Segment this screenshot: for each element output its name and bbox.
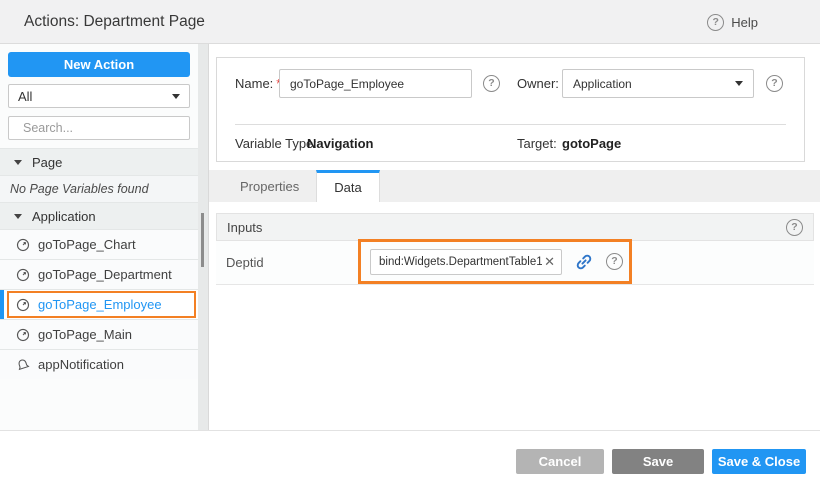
- action-detail-panel: Name:* ? Owner:* Application ? Variable …: [208, 44, 820, 430]
- caret-down-icon: [14, 214, 22, 219]
- tree-item-appnotification[interactable]: appNotification: [0, 349, 198, 379]
- tab-data[interactable]: Data: [316, 170, 379, 202]
- input-row-deptid: Deptid bind:Widgets.DepartmentTable1.sel…: [216, 241, 814, 285]
- owner-help-icon[interactable]: ?: [766, 75, 783, 92]
- target-label: Target:: [517, 136, 557, 151]
- tree-group-label: Page: [32, 155, 62, 170]
- tree-group-application[interactable]: Application: [0, 202, 198, 229]
- name-owner-row: Name:* ? Owner:* Application ?: [217, 69, 804, 98]
- selected-indicator-bar: [0, 290, 4, 319]
- owner-select-value: Application: [573, 77, 632, 91]
- type-target-row: Variable Type: Navigation Target: gotoPa…: [217, 136, 804, 154]
- filter-select[interactable]: All: [8, 84, 190, 108]
- help-button[interactable]: ? Help: [707, 0, 758, 44]
- save-and-close-button[interactable]: Save & Close: [712, 449, 806, 474]
- dialog-footer: Cancel Save Save & Close: [0, 430, 820, 488]
- inputs-section-title: Inputs: [227, 220, 262, 235]
- action-summary-card: Name:* ? Owner:* Application ? Variable …: [216, 57, 805, 162]
- owner-select[interactable]: Application: [562, 69, 754, 98]
- card-divider: [235, 124, 786, 125]
- variables-sidebar: New Action All Page No Page Variables fo…: [0, 44, 198, 430]
- name-label: Name:*: [235, 76, 281, 91]
- tree-item-label: appNotification: [38, 357, 124, 372]
- annotation-highlight-box: bind:Widgets.DepartmentTable1.selec ✕ ?: [358, 239, 632, 284]
- target-value: gotoPage: [562, 136, 621, 151]
- name-help-icon[interactable]: ?: [483, 75, 500, 92]
- clear-binding-icon[interactable]: ✕: [542, 254, 557, 270]
- save-button[interactable]: Save: [612, 449, 704, 474]
- chevron-down-icon: [735, 81, 743, 86]
- deptid-bind-value: bind:Widgets.DepartmentTable1.selec: [379, 256, 542, 268]
- help-circle-icon: ?: [707, 14, 724, 31]
- tree-group-label: Application: [32, 209, 96, 224]
- detail-tabs: Properties Data: [209, 170, 820, 202]
- notification-variable-icon: [16, 358, 30, 372]
- cancel-button[interactable]: Cancel: [516, 449, 604, 474]
- inputs-section-header: Inputs ?: [216, 213, 814, 241]
- bind-link-icon[interactable]: [575, 253, 593, 271]
- variables-tree: Page No Page Variables found Application…: [0, 148, 198, 430]
- owner-label: Owner:*: [517, 76, 567, 91]
- variable-type-label: Variable Type:: [235, 136, 317, 151]
- tree-item-label: goToPage_Department: [38, 267, 172, 282]
- tree-item-gotopage-chart[interactable]: goToPage_Chart: [0, 229, 198, 259]
- tree-item-label: goToPage_Employee: [38, 297, 162, 312]
- page-empty-message: No Page Variables found: [0, 175, 198, 202]
- tree-item-gotopage-employee[interactable]: goToPage_Employee: [0, 289, 198, 319]
- page-title: Actions: Department Page: [24, 0, 205, 44]
- help-label: Help: [731, 15, 758, 30]
- tree-item-label: goToPage_Main: [38, 327, 132, 342]
- navigation-variable-icon: [16, 328, 30, 342]
- navigation-variable-icon: [16, 238, 30, 252]
- dialog-header: Actions: Department Page ? Help: [0, 0, 820, 44]
- actions-dialog: Actions: Department Page ? Help New Acti…: [0, 0, 820, 488]
- new-action-button[interactable]: New Action: [8, 52, 190, 77]
- sidebar-scrollbar-thumb[interactable]: [201, 213, 204, 267]
- search-input[interactable]: [23, 121, 184, 135]
- tree-item-gotopage-main[interactable]: goToPage_Main: [0, 319, 198, 349]
- tree-group-page[interactable]: Page: [0, 148, 198, 175]
- tree-item-gotopage-department[interactable]: goToPage_Department: [0, 259, 198, 289]
- navigation-variable-icon: [16, 298, 30, 312]
- name-input[interactable]: [279, 69, 472, 98]
- tab-properties[interactable]: Properties: [223, 170, 316, 202]
- search-field[interactable]: [8, 116, 190, 140]
- inputs-help-icon[interactable]: ?: [786, 219, 803, 236]
- input-row-label: Deptid: [226, 255, 264, 270]
- variable-type-value: Navigation: [307, 136, 373, 151]
- sidebar-scrollbar-track[interactable]: [198, 44, 208, 430]
- chevron-down-icon: [172, 94, 180, 99]
- deptid-bind-input[interactable]: bind:Widgets.DepartmentTable1.selec ✕: [370, 249, 562, 275]
- tree-item-label: goToPage_Chart: [38, 237, 136, 252]
- footer-buttons: Cancel Save Save & Close: [516, 449, 806, 474]
- navigation-variable-icon: [16, 268, 30, 282]
- filter-select-value: All: [18, 89, 32, 104]
- deptid-help-icon[interactable]: ?: [606, 253, 623, 270]
- caret-down-icon: [14, 160, 22, 165]
